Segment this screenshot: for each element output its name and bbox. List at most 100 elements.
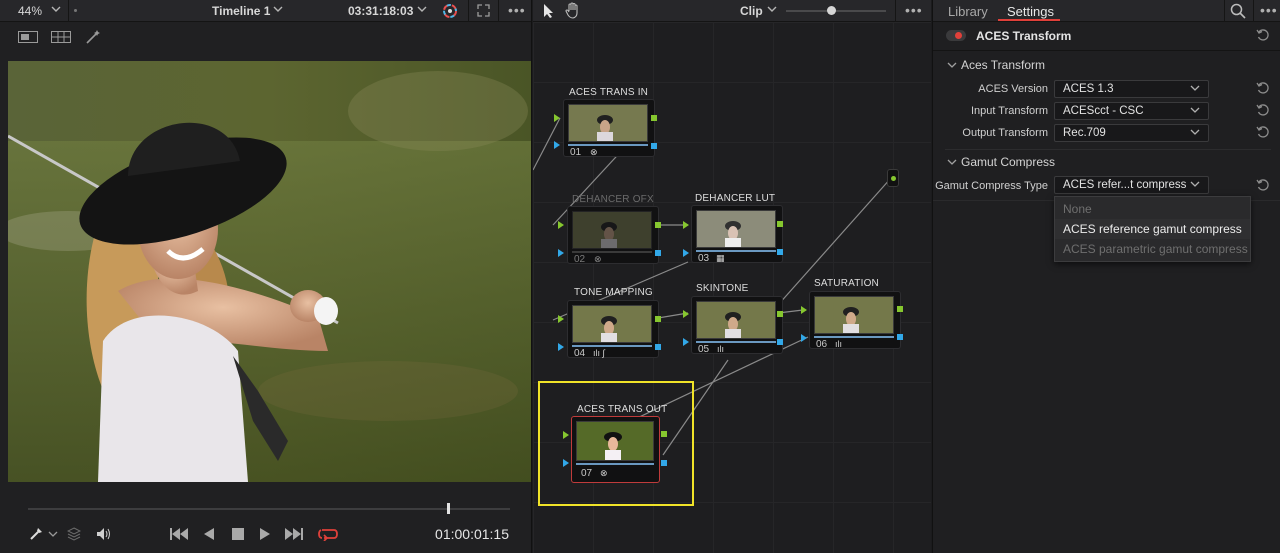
node-02-thumbnail [572, 211, 652, 249]
node-04-output-rgb[interactable] [655, 316, 661, 322]
stop-icon[interactable] [232, 526, 244, 542]
node-02-input-alpha[interactable] [558, 249, 564, 257]
loop-icon[interactable] [318, 526, 338, 542]
inspector-more-icon[interactable]: ••• [1260, 2, 1278, 18]
node-03-thumbnail [696, 210, 776, 248]
gamut-section-title[interactable]: Gamut Compress [961, 155, 1055, 169]
tab-library[interactable]: Library [948, 4, 988, 19]
node-03-output-alpha[interactable] [777, 249, 783, 255]
timeline-scrubber[interactable] [28, 508, 510, 510]
histogram-icon: ılı [717, 344, 725, 354]
viewer-toolbar [0, 22, 531, 58]
aces-section-chevron-icon[interactable] [947, 59, 957, 73]
node-02-output-rgb[interactable] [655, 222, 661, 228]
node-06-label: SATURATION [814, 278, 879, 289]
gamut-section-chevron-icon[interactable] [947, 156, 957, 170]
color-picker-icon[interactable] [28, 526, 44, 542]
single-view-icon[interactable] [17, 28, 39, 46]
node-03[interactable]: 03 ▦ [691, 205, 783, 264]
gamut-compress-reset-icon[interactable] [1256, 178, 1270, 192]
aces-version-reset-icon[interactable] [1256, 81, 1270, 95]
output-transform-select[interactable]: Rec.709 [1054, 124, 1209, 142]
inspector-topbar: Library Settings ••• [933, 0, 1280, 22]
node-01-input-rgb[interactable] [554, 114, 560, 122]
play-icon[interactable] [260, 526, 270, 542]
node-03-input-alpha[interactable] [683, 249, 689, 257]
node-06-number: 06 [816, 339, 828, 350]
effect-enable-toggle[interactable] [946, 30, 966, 41]
node-03-input-rgb[interactable] [683, 221, 689, 229]
node-01-output-alpha[interactable] [651, 143, 657, 149]
gallery-view-icon[interactable] [50, 28, 72, 46]
gamut-compress-type-value: ACES refer...t compress [1063, 179, 1187, 191]
play-reverse-icon[interactable] [204, 526, 214, 542]
chevron-down-icon [1190, 83, 1200, 96]
node-05-number: 05 [698, 344, 710, 355]
selection-highlight-box [538, 381, 694, 506]
zoom-chevron-icon[interactable] [50, 3, 62, 18]
viewer-more-icon[interactable]: ••• [508, 2, 526, 18]
effect-reset-icon[interactable] [1256, 28, 1270, 42]
node-03-output-rgb[interactable] [777, 221, 783, 227]
timeline-chevron-icon[interactable] [272, 3, 284, 18]
node-05-input-alpha[interactable] [683, 338, 689, 346]
input-transform-value: ACEScct - CSC [1063, 105, 1144, 117]
fullscreen-icon[interactable] [477, 4, 490, 20]
zoom-dropdown[interactable]: 44% [18, 4, 42, 18]
curves-icon: ılı ∫ [593, 348, 605, 358]
node-04-input-rgb[interactable] [558, 315, 564, 323]
output-transform-reset-icon[interactable] [1256, 125, 1270, 139]
output-port-icon[interactable] [887, 169, 899, 187]
search-icon[interactable] [1230, 3, 1246, 22]
layers-icon[interactable] [67, 526, 81, 542]
node-02-input-rgb[interactable] [558, 221, 564, 229]
node-03-label: DEHANCER LUT [695, 193, 776, 204]
color-wheel-icon[interactable] [442, 3, 458, 22]
node-01-thumbnail [568, 104, 648, 142]
node-03-number: 03 [698, 253, 710, 264]
node-06-input-rgb[interactable] [801, 306, 807, 314]
dropdown-option-parametric[interactable]: ACES parametric gamut compress [1055, 239, 1250, 259]
node-05[interactable]: 05 ılı [691, 296, 783, 355]
node-05-input-rgb[interactable] [683, 310, 689, 318]
chevron-down-icon [1190, 127, 1200, 140]
magic-wand-icon[interactable] [83, 28, 105, 46]
gamut-compress-type-select[interactable]: ACES refer...t compress [1054, 176, 1209, 194]
ofx-icon: ⊗ [594, 254, 602, 264]
audio-icon[interactable] [96, 526, 112, 542]
output-transform-label: Output Transform [962, 127, 1048, 139]
node-06[interactable]: 06 ılı [809, 291, 901, 350]
node-06-output-rgb[interactable] [897, 306, 903, 312]
node-04[interactable]: 04 ılı ∫ [567, 300, 659, 359]
node-04-thumbnail [572, 305, 652, 343]
node-05-output-rgb[interactable] [777, 311, 783, 317]
node-01-output-rgb[interactable] [651, 115, 657, 121]
node-06-input-alpha[interactable] [801, 334, 807, 342]
video-frame[interactable] [8, 61, 531, 482]
timeline-name[interactable]: Timeline 1 [212, 4, 270, 18]
node-02-output-alpha[interactable] [655, 250, 661, 256]
dropdown-option-none[interactable]: None [1055, 199, 1250, 219]
node-02-label: DEHANCER OFX [572, 194, 654, 205]
node-05-output-alpha[interactable] [777, 339, 783, 345]
dropdown-option-reference[interactable]: ACES reference gamut compress [1055, 219, 1250, 239]
node-06-output-alpha[interactable] [897, 334, 903, 340]
node-01[interactable]: 01 ⊗ [563, 99, 655, 158]
tab-settings[interactable]: Settings [1007, 4, 1054, 19]
timecode-chevron-icon[interactable] [416, 3, 428, 18]
picker-chevron-icon[interactable] [48, 528, 58, 542]
input-transform-select[interactable]: ACEScct - CSC [1054, 102, 1209, 120]
aces-section-title[interactable]: Aces Transform [961, 58, 1045, 72]
node-02[interactable]: 02 ⊗ [567, 206, 659, 265]
scrubber-playhead[interactable] [447, 503, 450, 514]
first-frame-icon[interactable] [170, 526, 188, 542]
aces-version-select[interactable]: ACES 1.3 [1054, 80, 1209, 98]
source-timecode[interactable]: 03:31:18:03 [348, 4, 413, 18]
settings-tab-underline [998, 19, 1060, 21]
node-04-output-alpha[interactable] [655, 344, 661, 350]
last-frame-icon[interactable] [285, 526, 303, 542]
node-01-input-alpha[interactable] [554, 141, 560, 149]
node-04-label: TONE MAPPING [574, 287, 653, 298]
input-transform-reset-icon[interactable] [1256, 103, 1270, 117]
node-04-input-alpha[interactable] [558, 343, 564, 351]
